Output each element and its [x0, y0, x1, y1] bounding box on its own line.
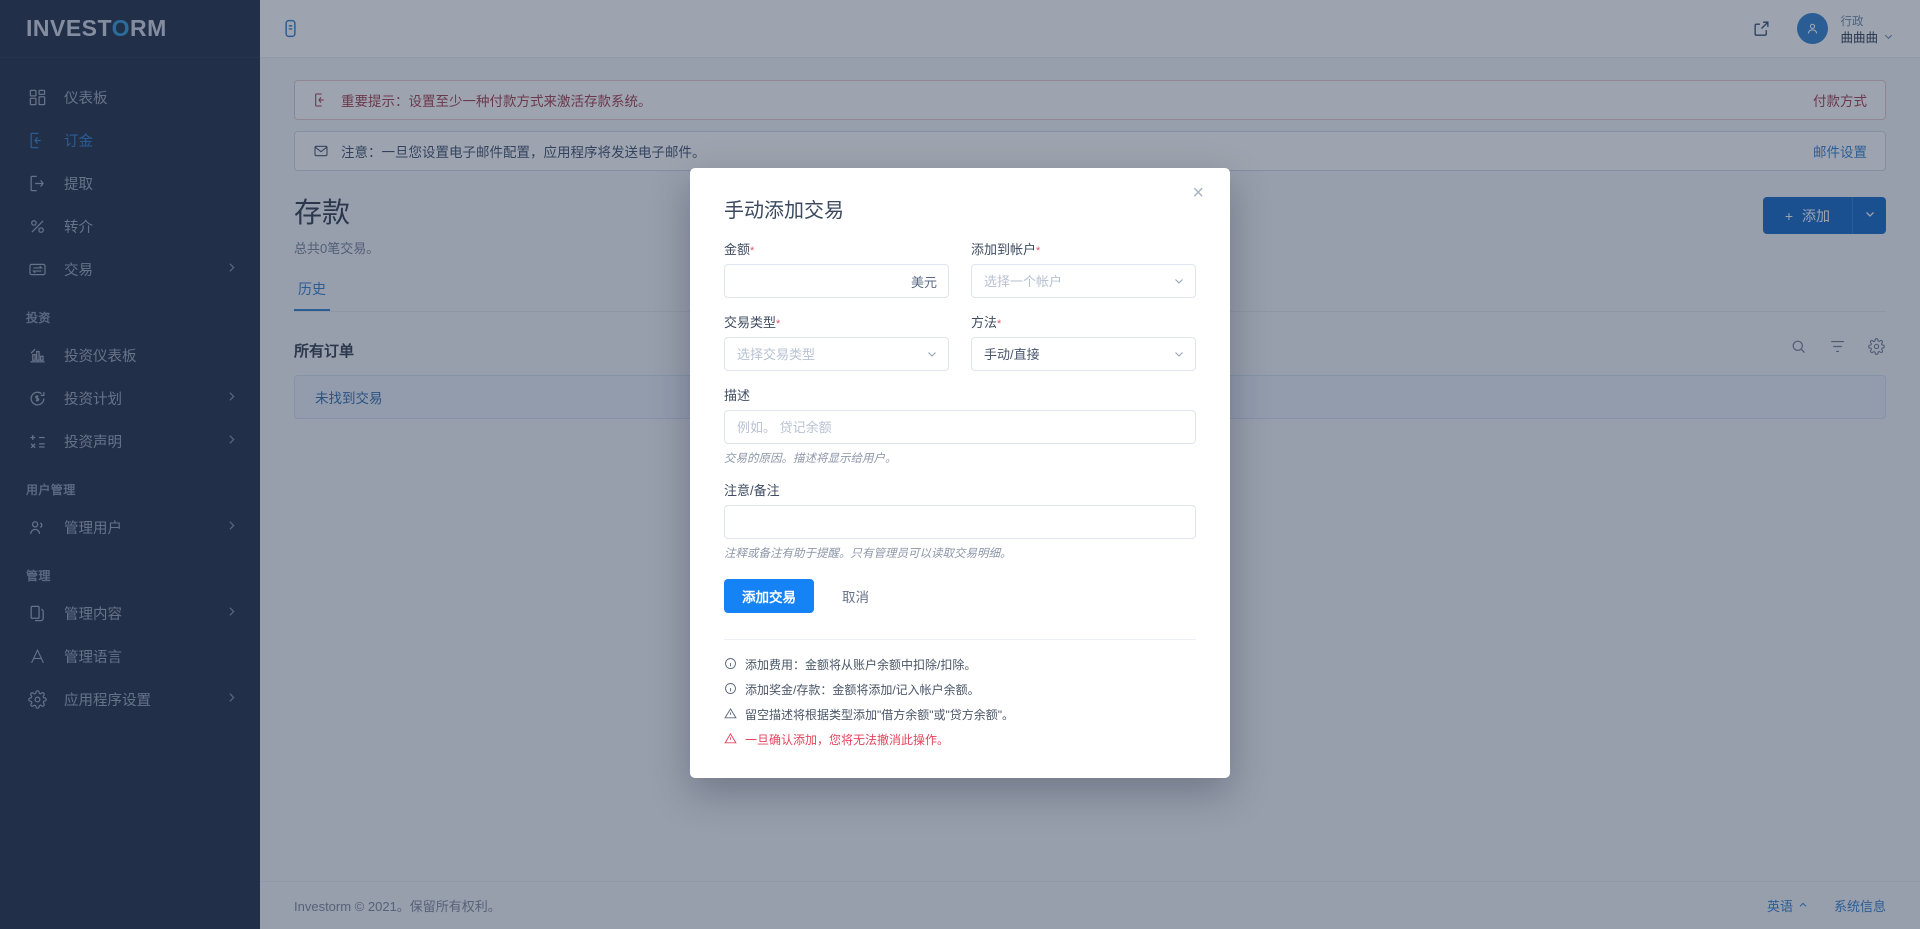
field-transaction-type: 交易类型* 选择交易类型	[724, 312, 949, 371]
modal-notes: 添加费用：金额将从账户余额中扣除/扣除。 添加奖金/存款：金额将添加/记入帐户余…	[724, 639, 1196, 778]
method-select-wrap: 手动/直接	[971, 337, 1196, 371]
amount-input[interactable]	[724, 264, 949, 298]
modal-title: 手动添加交易	[724, 194, 1196, 223]
field-amount: 金额* 美元	[724, 239, 949, 298]
field-note: 注意/备注 注释或备注有助于提醒。只有管理员可以读取交易明细。	[724, 480, 1196, 561]
modal-note: 一旦确认添加，您将无法撤消此操作。	[724, 731, 1196, 748]
modal-note-text: 留空描述将根据类型添加"借方余额"或"贷方余额"。	[745, 706, 1014, 723]
modal-row-2: 交易类型* 选择交易类型 方法* 手动/直接	[724, 312, 1196, 385]
amount-label: 金额*	[724, 239, 949, 258]
add-transaction-modal: × 手动添加交易 金额* 美元 添加到帐户* 选择一个帐户	[690, 168, 1230, 778]
transaction-type-select[interactable]: 选择交易类型	[724, 337, 949, 371]
cancel-button[interactable]: 取消	[836, 585, 875, 607]
modal-actions: 添加交易 取消	[724, 579, 1196, 613]
modal-note: 留空描述将根据类型添加"借方余额"或"贷方余额"。	[724, 706, 1196, 723]
account-select-wrap: 选择一个帐户	[971, 264, 1196, 298]
modal-note: 添加奖金/存款：金额将添加/记入帐户余额。	[724, 681, 1196, 698]
amount-label-text: 金额	[724, 242, 750, 257]
description-hint: 交易的原因。描述将显示给用户。	[724, 450, 1196, 466]
info-icon	[724, 682, 737, 695]
account-label-text: 添加到帐户	[971, 242, 1036, 257]
modal-row-1: 金额* 美元 添加到帐户* 选择一个帐户	[724, 239, 1196, 312]
note-label: 注意/备注	[724, 480, 1196, 499]
required-asterisk: *	[776, 318, 780, 330]
type-select-wrap: 选择交易类型	[724, 337, 949, 371]
modal-note: 添加费用：金额将从账户余额中扣除/扣除。	[724, 656, 1196, 673]
amount-input-wrap: 美元	[724, 264, 949, 298]
note-input[interactable]	[724, 505, 1196, 539]
close-icon[interactable]: ×	[1186, 182, 1210, 204]
note-hint: 注释或备注有助于提醒。只有管理员可以读取交易明细。	[724, 545, 1196, 561]
description-label: 描述	[724, 385, 1196, 404]
description-input[interactable]	[724, 410, 1196, 444]
required-asterisk: *	[750, 245, 754, 257]
field-method: 方法* 手动/直接	[971, 312, 1196, 371]
submit-transaction-button[interactable]: 添加交易	[724, 579, 814, 613]
field-account: 添加到帐户* 选择一个帐户	[971, 239, 1196, 298]
account-select[interactable]: 选择一个帐户	[971, 264, 1196, 298]
method-label: 方法*	[971, 312, 1196, 331]
modal-note-text: 一旦确认添加，您将无法撤消此操作。	[745, 731, 949, 748]
required-asterisk: *	[997, 318, 1001, 330]
warning-icon	[724, 732, 737, 745]
warning-icon	[724, 707, 737, 720]
type-label-text: 交易类型	[724, 315, 776, 330]
modal-note-text: 添加奖金/存款：金额将添加/记入帐户余额。	[745, 681, 980, 698]
field-description: 描述 交易的原因。描述将显示给用户。	[724, 385, 1196, 466]
account-label: 添加到帐户*	[971, 239, 1196, 258]
method-label-text: 方法	[971, 315, 997, 330]
modal-note-text: 添加费用：金额将从账户余额中扣除/扣除。	[745, 656, 976, 673]
type-label: 交易类型*	[724, 312, 949, 331]
info-icon	[724, 657, 737, 670]
app-root: INVESTORM 仪表板 订金 提取	[0, 0, 1920, 929]
method-select[interactable]: 手动/直接	[971, 337, 1196, 371]
required-asterisk: *	[1036, 245, 1040, 257]
